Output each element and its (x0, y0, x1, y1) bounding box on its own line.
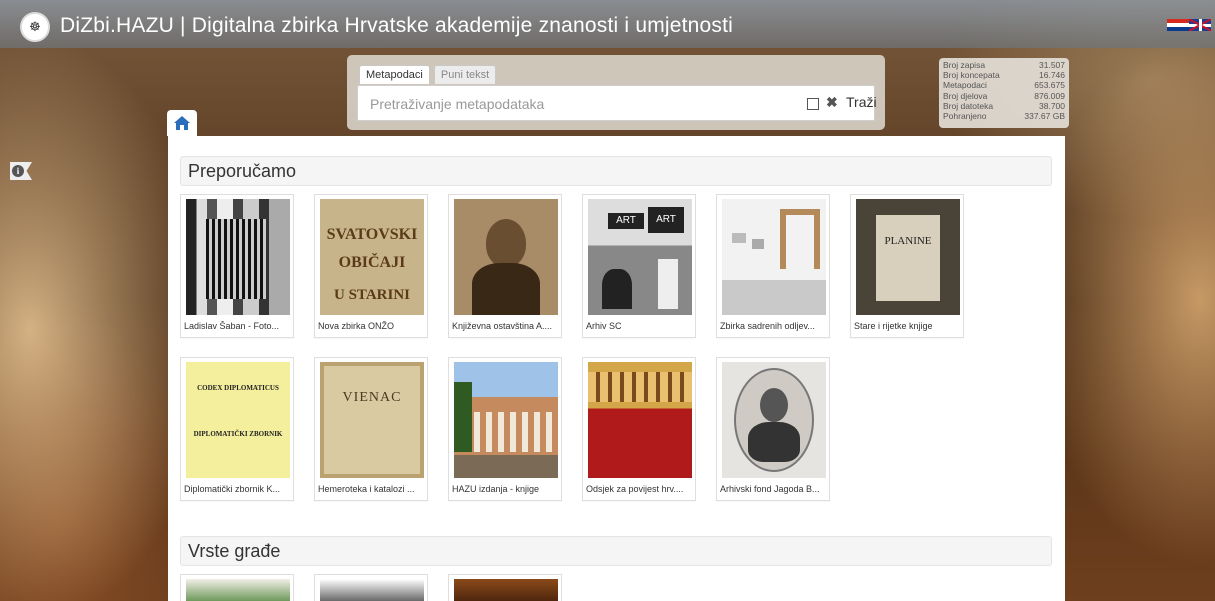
card-caption: Diplomatički zbornik K... (184, 484, 281, 494)
stat-row: Broj zapisa 31.507 (943, 60, 1065, 70)
thumbnail-image: VIENAC (320, 362, 424, 478)
thumbnail-image: CODEX DIPLOMATICUS DIPLOMATIČKI ZBORNIK (186, 362, 290, 478)
thumbnail-image (588, 362, 692, 478)
section-header-types: Vrste građe (180, 536, 1052, 566)
thumbnail-image (454, 579, 558, 601)
collection-card[interactable]: VIENAC Hemeroteka i katalozi ... (314, 357, 428, 501)
stat-row: Broj koncepata 16.746 (943, 70, 1065, 81)
tab-puni-tekst[interactable]: Puni tekst (433, 65, 497, 84)
uk-flag-icon[interactable] (1189, 19, 1211, 31)
card-caption: Hemeroteka i katalozi ... (318, 484, 415, 494)
collection-card[interactable]: Arhivski fond Jagoda B... (716, 357, 830, 501)
collection-card[interactable]: PLANINE Stare i rijetke knjige (850, 194, 964, 338)
language-switcher (1167, 19, 1211, 31)
card-caption: Zbirka sadrenih odljev... (720, 321, 815, 331)
thumbnail-image: ART ART (588, 199, 692, 315)
tab-metapodaci[interactable]: Metapodaci (359, 65, 430, 84)
card-caption: Arhiv SC (586, 321, 622, 331)
thumbnail-image (722, 199, 826, 315)
thumbnail-image (722, 362, 826, 478)
home-button[interactable] (167, 110, 197, 136)
section-title: Preporučamo (188, 161, 297, 181)
thumbnail-image (186, 579, 290, 601)
thumbnail-image (454, 199, 558, 315)
thumbnail-image (454, 362, 558, 478)
thumbnail-image (320, 579, 424, 601)
card-caption: Književna ostavština A.... (452, 321, 553, 331)
card-caption: Nova zbirka ONŽO (318, 321, 395, 331)
top-bar: ☸ DiZbi.HAZU | Digitalna zbirka Hrvatske… (0, 0, 1215, 48)
collection-card[interactable] (314, 574, 428, 601)
stat-row: Pohranjeno 337.67 GB (943, 111, 1065, 122)
info-icon: i (12, 165, 24, 177)
search-box: ✖ Traži (357, 85, 877, 121)
stats-panel: Broj zapisa 31.507 Broj koncepata 16.746 M… (939, 58, 1069, 128)
section-header-recommended: Preporučamo (180, 156, 1052, 186)
close-icon[interactable]: ✖ (826, 94, 838, 111)
stat-row: Broj datoteka 38.700 (943, 100, 1065, 111)
search-button[interactable]: Traži (846, 94, 877, 110)
card-caption: HAZU izdanja - knjige (452, 484, 540, 494)
search-tabs: Metapodaci Puni tekst (359, 65, 497, 84)
academy-seal-icon[interactable]: ☸ (20, 12, 50, 42)
card-caption: Odsjek za povijest hrv.... (586, 484, 684, 494)
collection-card[interactable] (448, 574, 562, 601)
stat-row: Broj djelova 876.009 (943, 90, 1065, 101)
search-panel: Metapodaci Puni tekst ✖ Traži (347, 55, 885, 130)
card-caption: Stare i rijetke knjige (854, 321, 933, 331)
hr-flag-icon[interactable] (1167, 19, 1189, 31)
search-input[interactable] (368, 92, 792, 116)
main-content: Preporučamo Ladislav Šaban - Foto... SVA… (168, 136, 1065, 601)
card-caption: Ladislav Šaban - Foto... (184, 321, 280, 331)
stat-row: Metapodaci 653.675 (943, 80, 1065, 91)
collection-card[interactable]: ART ART Arhiv SC (582, 194, 696, 338)
card-caption: Arhivski fond Jagoda B... (720, 484, 820, 494)
collection-card[interactable]: SVATOVSKI OBIČAJI U STARINI Nova zbirka … (314, 194, 428, 338)
thumbnail-image (186, 199, 290, 315)
collection-card[interactable] (180, 574, 294, 601)
collection-card[interactable]: CODEX DIPLOMATICUS DIPLOMATIČKI ZBORNIK … (180, 357, 294, 501)
thumbnail-image: PLANINE (856, 199, 960, 315)
collection-card[interactable]: Književna ostavština A.... (448, 194, 562, 338)
collection-card[interactable]: Odsjek za povijest hrv.... (582, 357, 696, 501)
site-title[interactable]: DiZbi.HAZU | Digitalna zbirka Hrvatske a… (60, 14, 733, 38)
collection-card[interactable]: Ladislav Šaban - Foto... (180, 194, 294, 338)
thumbnail-image: SVATOVSKI OBIČAJI U STARINI (320, 199, 424, 315)
collection-card[interactable]: HAZU izdanja - knjige (448, 357, 562, 501)
collection-card[interactable]: Zbirka sadrenih odljev... (716, 194, 830, 338)
home-icon (174, 116, 190, 130)
checkbox-icon[interactable] (807, 98, 819, 110)
section-title: Vrste građe (188, 541, 281, 561)
